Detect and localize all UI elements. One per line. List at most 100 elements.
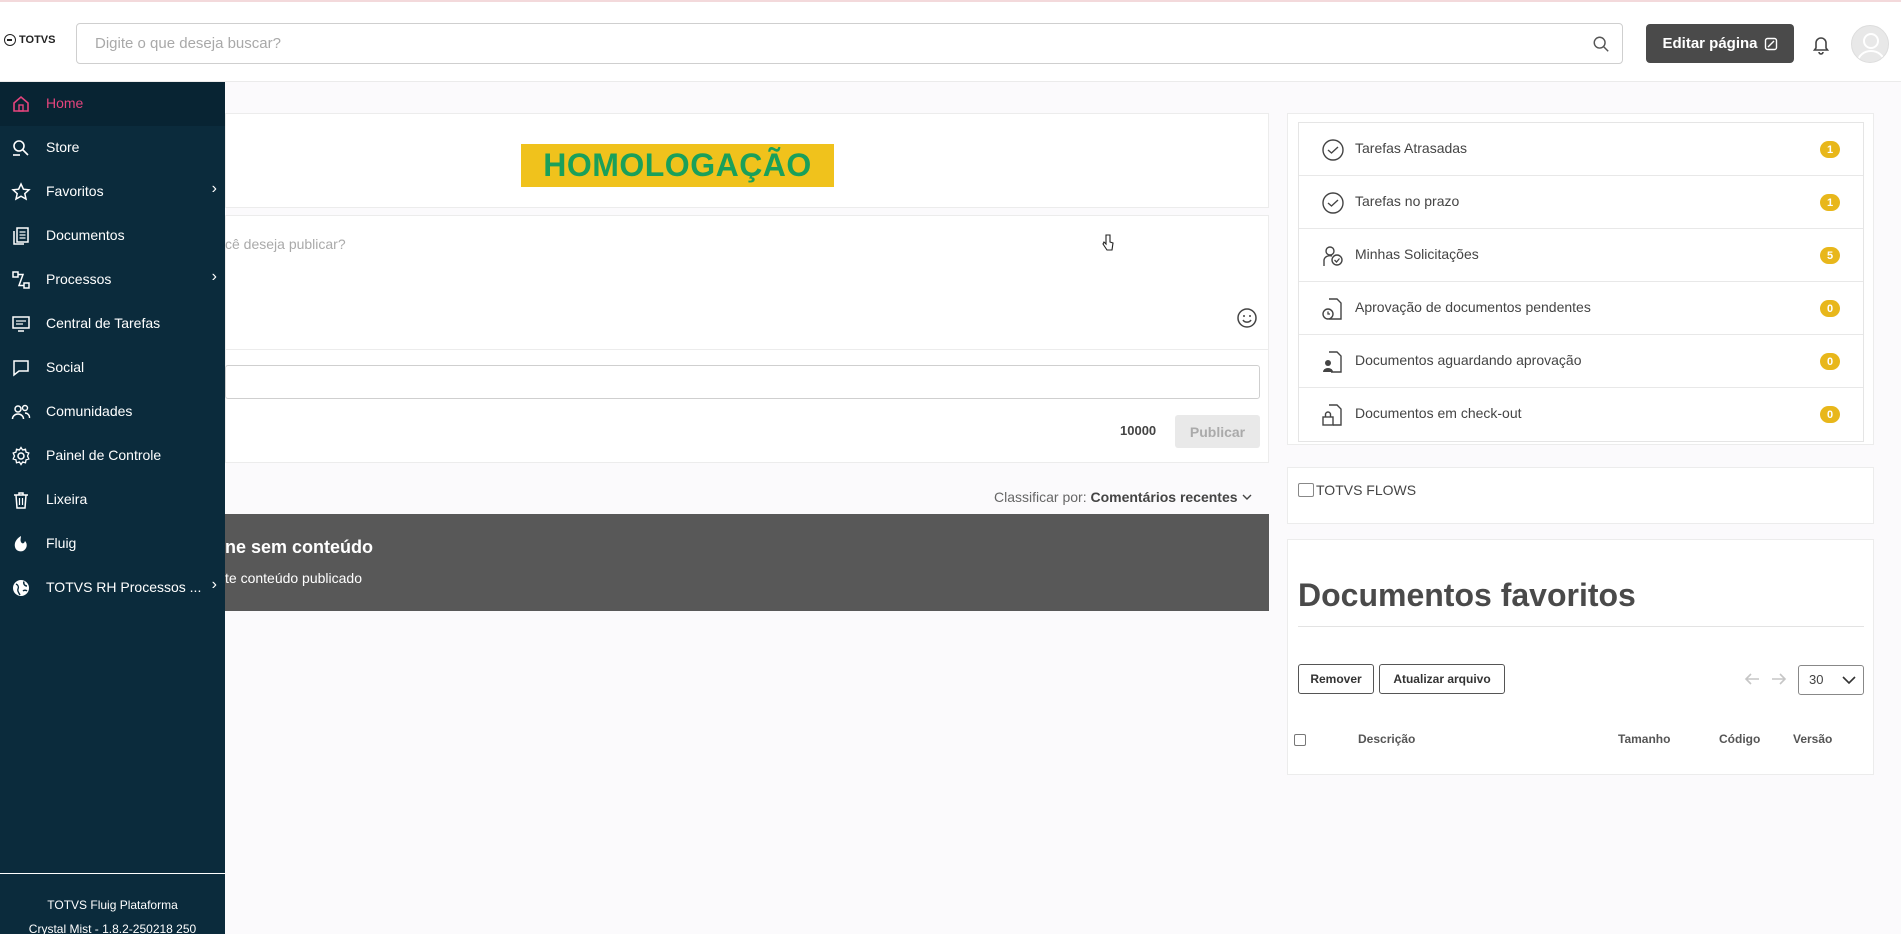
task-row-awaiting-approval[interactable]: Documentos aguardando aprovação 0 — [1299, 335, 1863, 388]
task-label: Documentos aguardando aprovação — [1355, 352, 1582, 368]
arrow-left-icon[interactable] — [1743, 671, 1761, 687]
avatar[interactable] — [1851, 25, 1889, 63]
favorites-title: Documentos favoritos — [1298, 577, 1636, 613]
sort-control[interactable]: Classificar por: Comentários recentes — [994, 489, 1253, 505]
task-count-badge: 0 — [1820, 406, 1840, 423]
sidebar-item-control-panel[interactable]: Painel de Controle — [0, 434, 225, 478]
composer-divider — [225, 349, 1269, 350]
sidebar-item-task-center[interactable]: Central de Tarefas — [0, 302, 225, 346]
publish-button[interactable]: Publicar — [1175, 415, 1260, 448]
edit-page-icon — [1764, 37, 1777, 50]
chevron-right-icon: › — [211, 268, 217, 285]
user-icon — [1857, 33, 1885, 62]
empty-feed-panel: ne sem conteúdo te conteúdo publicado — [225, 514, 1269, 611]
chevron-down-icon — [1242, 494, 1252, 500]
empty-subtitle: te conteúdo publicado — [225, 570, 362, 586]
task-count-badge: 0 — [1820, 353, 1840, 370]
search-icon[interactable] — [1592, 35, 1610, 53]
task-count-badge: 5 — [1820, 247, 1840, 264]
sidebar-item-label: Documentos — [46, 227, 125, 243]
chat-icon — [13, 360, 29, 377]
sidebar-item-processes[interactable]: Processos › — [0, 258, 225, 302]
platform-name: TOTVS Fluig Plataforma — [47, 898, 178, 912]
task-row-my-requests[interactable]: Minhas Solicitações 5 — [1299, 229, 1863, 282]
totvs-logo-icon — [4, 34, 16, 46]
document-lock-icon — [1322, 404, 1342, 426]
sidebar-item-communities[interactable]: Comunidades — [0, 390, 225, 434]
communities-icon — [11, 404, 31, 420]
sidebar-item-trash[interactable]: Lixeira — [0, 478, 225, 522]
broken-image-icon — [1298, 483, 1314, 497]
sidebar-item-documents[interactable]: Documentos — [0, 214, 225, 258]
environment-banner: HOMOLOGAÇÃO — [521, 144, 834, 187]
task-row-checked-out[interactable]: Documentos em check-out 0 — [1299, 388, 1863, 441]
emoji-icon[interactable] — [1236, 307, 1258, 329]
star-icon — [11, 182, 31, 201]
char-counter: 10000 — [1120, 423, 1157, 438]
sidebar-item-home[interactable]: Home — [0, 82, 225, 126]
processes-icon — [12, 271, 30, 289]
remove-button[interactable]: Remover — [1298, 664, 1374, 694]
sidebar-item-label: TOTVS RH Processos ... — [46, 579, 202, 595]
task-label: Aprovação de documentos pendentes — [1355, 299, 1591, 315]
sidebar-item-label: Lixeira — [46, 491, 88, 507]
sidebar-item-label: Central de Tarefas — [46, 315, 161, 331]
platform-version: Crystal Mist - 1.8.2-250218 250 — [28, 922, 197, 934]
favorites-widget: Documentos favoritos Remover Atualizar a… — [1287, 539, 1874, 775]
sidebar-item-label: Painel de Controle — [46, 447, 162, 463]
empty-title: ne sem conteúdo — [225, 537, 374, 557]
column-header-version[interactable]: Versão — [1793, 732, 1832, 746]
task-row-pending-approval[interactable]: Aprovação de documentos pendentes 0 — [1299, 282, 1863, 335]
task-count-badge: 1 — [1820, 141, 1840, 158]
divider — [1298, 626, 1864, 627]
totvs-logo[interactable]: TOTVS — [4, 34, 55, 46]
sidebar-item-social[interactable]: Social — [0, 346, 225, 390]
tasks-list: Tarefas Atrasadas 1 Tarefas no prazo 1 M… — [1298, 122, 1864, 442]
search-box — [76, 23, 1623, 64]
update-file-button[interactable]: Atualizar arquivo — [1379, 664, 1505, 694]
check-circle-icon — [1322, 192, 1344, 214]
task-label: Tarefas Atrasadas — [1355, 140, 1468, 156]
edit-page-button[interactable]: Editar página — [1646, 24, 1794, 63]
column-header-description[interactable]: Descrição — [1358, 732, 1415, 746]
globe-icon — [13, 580, 29, 596]
fluig-icon — [14, 536, 27, 552]
task-row-on-time[interactable]: Tarefas no prazo 1 — [1299, 176, 1863, 229]
user-check-icon — [1323, 246, 1343, 266]
sidebar-item-label: Store — [46, 139, 80, 155]
post-input[interactable] — [225, 365, 1260, 399]
arrow-right-icon[interactable] — [1770, 671, 1788, 687]
gear-icon — [12, 446, 30, 466]
sidebar-item-totvs-rh[interactable]: TOTVS RH Processos ... › — [0, 566, 225, 610]
hand-cursor-icon — [1102, 234, 1114, 251]
post-placeholder[interactable]: cê deseja publicar? — [225, 236, 346, 252]
column-header-code[interactable]: Código — [1719, 732, 1760, 746]
sidebar-item-label: Fluig — [46, 535, 77, 551]
bell-icon[interactable] — [1810, 33, 1832, 55]
task-label: Minhas Solicitações — [1355, 246, 1479, 262]
sidebar: Home Store Favoritos › Documentos Proces… — [0, 82, 225, 934]
sidebar-item-label: Social — [46, 359, 85, 375]
sidebar-item-label: Home — [46, 95, 84, 111]
sidebar-item-fluig[interactable]: Fluig — [0, 522, 225, 566]
document-clock-icon — [1322, 298, 1342, 320]
trash-icon — [14, 492, 28, 509]
task-label: Documentos em check-out — [1355, 405, 1522, 421]
top-bar: TOTVS Editar página — [0, 0, 1901, 82]
check-circle-icon — [1322, 139, 1344, 161]
logo-text: TOTVS — [19, 34, 56, 46]
column-header-size[interactable]: Tamanho — [1618, 732, 1670, 746]
select-all-checkbox[interactable] — [1294, 734, 1306, 746]
chevron-down-icon — [1842, 676, 1856, 685]
sidebar-item-favorites[interactable]: Favoritos › — [0, 170, 225, 214]
sidebar-item-label: Favoritos — [46, 183, 104, 199]
chevron-right-icon: › — [211, 576, 217, 593]
search-input[interactable] — [77, 24, 1567, 63]
task-row-overdue[interactable]: Tarefas Atrasadas 1 — [1299, 123, 1863, 176]
sidebar-item-store[interactable]: Store — [0, 126, 225, 170]
edit-page-label: Editar página — [1662, 35, 1758, 52]
page-size-select[interactable]: 30 — [1798, 665, 1864, 695]
store-icon — [13, 140, 29, 156]
totvs-flows-image[interactable]: TOTVS FLOWS — [1298, 482, 1416, 498]
home-icon — [13, 95, 29, 112]
